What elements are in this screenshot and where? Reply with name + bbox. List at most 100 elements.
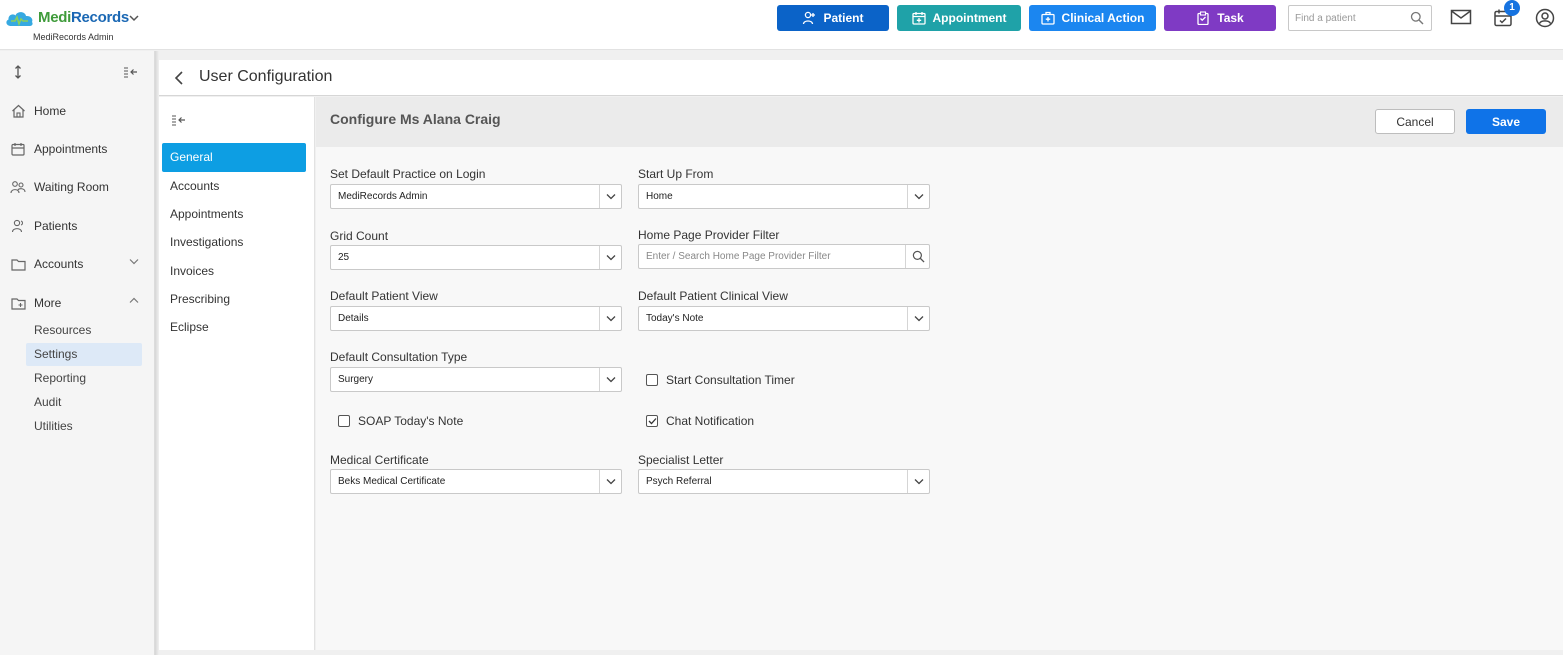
tab-eclipse[interactable]: Eclipse <box>162 313 306 342</box>
patient-search-input[interactable] <box>1289 6 1407 30</box>
clinical-action-button[interactable]: Clinical Action <box>1029 5 1156 31</box>
collapse-menu-icon[interactable] <box>123 65 139 79</box>
search-icon[interactable] <box>1410 11 1424 25</box>
tab-general[interactable]: General <box>162 143 306 172</box>
default-practice-value: MediRecords Admin <box>338 191 428 202</box>
left-navigation: Home Appointments Waiting Room Patients … <box>0 51 155 655</box>
chat-notification-option[interactable]: Chat Notification <box>646 414 754 428</box>
clinical-view-select[interactable]: Today's Note <box>638 306 930 331</box>
new-appointment-button[interactable]: Appointment <box>897 5 1021 31</box>
clipboard-icon <box>1196 11 1210 25</box>
form-header: Configure Ms Alana Craig Cancel Save <box>316 97 1563 147</box>
user-profile-icon[interactable] <box>1535 8 1555 28</box>
start-up-from-select[interactable]: Home <box>638 184 930 209</box>
chevron-up-icon <box>129 297 139 304</box>
notification-badge: 1 <box>1504 0 1520 16</box>
save-button[interactable]: Save <box>1466 109 1546 134</box>
calendar-icon <box>10 142 26 156</box>
new-task-button[interactable]: Task <box>1164 5 1276 31</box>
chevron-down-icon <box>599 368 621 391</box>
mail-icon[interactable] <box>1450 8 1472 26</box>
cloud-logo-icon <box>5 10 35 28</box>
grid-count-select[interactable]: 25 <box>330 245 622 270</box>
soap-todays-note-checkbox[interactable] <box>338 415 350 427</box>
nav-sub-reporting[interactable]: Reporting <box>26 367 142 390</box>
top-bar: MediRecords MediRecords Admin Patient Ap… <box>0 0 1563 50</box>
person-icon <box>10 219 26 233</box>
soap-todays-note-option[interactable]: SOAP Today's Note <box>338 414 463 428</box>
provider-filter-label: Home Page Provider Filter <box>638 228 780 242</box>
chevron-down-icon <box>907 185 929 208</box>
settings-subnav: General Accounts Appointments Investigat… <box>159 97 315 650</box>
search-icon[interactable] <box>905 245 929 268</box>
medical-certificate-select[interactable]: Beks Medical Certificate <box>330 469 622 494</box>
tab-accounts[interactable]: Accounts <box>162 172 306 201</box>
chevron-down-icon <box>599 470 621 493</box>
calendar-plus-icon <box>911 11 926 25</box>
clinical-view-label: Default Patient Clinical View <box>638 289 788 303</box>
start-up-from-label: Start Up From <box>638 167 714 181</box>
brand-logo[interactable]: MediRecords MediRecords Admin <box>5 6 155 46</box>
new-patient-button[interactable]: Patient <box>777 5 889 31</box>
provider-filter-input[interactable] <box>639 245 905 268</box>
tab-investigations[interactable]: Investigations <box>162 228 306 257</box>
resize-vertical-icon[interactable] <box>11 65 25 79</box>
specialist-letter-select[interactable]: Psych Referral <box>638 469 930 494</box>
add-person-icon <box>802 11 816 25</box>
grid-count-label: Grid Count <box>330 229 389 243</box>
back-arrow-icon[interactable] <box>174 70 184 86</box>
chevron-down-icon <box>907 470 929 493</box>
nav-appointments[interactable]: Appointments <box>10 137 145 161</box>
medical-certificate-label: Medical Certificate <box>330 453 429 467</box>
page-title: User Configuration <box>199 68 333 85</box>
start-consultation-timer-checkbox[interactable] <box>646 374 658 386</box>
checkmark-icon <box>648 418 656 425</box>
cancel-button[interactable]: Cancel <box>1375 109 1455 134</box>
chevron-down-icon <box>599 185 621 208</box>
nav-sub-settings[interactable]: Settings <box>26 343 142 366</box>
page-header: User Configuration <box>159 60 1563 96</box>
nav-home[interactable]: Home <box>10 99 145 123</box>
home-icon <box>10 104 26 118</box>
nav-patients[interactable]: Patients <box>10 214 145 238</box>
consultation-type-value: Surgery <box>338 374 374 385</box>
chevron-down-icon[interactable] <box>129 14 139 22</box>
start-consultation-timer-option[interactable]: Start Consultation Timer <box>646 373 795 387</box>
default-practice-select[interactable]: MediRecords Admin <box>330 184 622 209</box>
grid-count-value: 25 <box>338 252 350 263</box>
chevron-down-icon <box>129 258 139 265</box>
tab-prescribing[interactable]: Prescribing <box>162 285 306 314</box>
brand-name: MediRecords <box>38 9 129 26</box>
chevron-down-icon <box>599 307 621 330</box>
nav-sub-resources[interactable]: Resources <box>26 319 142 342</box>
nav-more[interactable]: More <box>10 291 145 315</box>
nav-sub-audit[interactable]: Audit <box>26 391 142 414</box>
tab-invoices[interactable]: Invoices <box>162 257 306 286</box>
form-title: Configure Ms Alana Craig <box>330 111 501 127</box>
practice-name: MediRecords Admin <box>33 32 114 42</box>
nav-accounts[interactable]: Accounts <box>10 252 145 276</box>
configuration-form: Configure Ms Alana Craig Cancel Save Set… <box>316 97 1563 650</box>
provider-filter-search <box>638 244 930 269</box>
nav-waiting-room[interactable]: Waiting Room <box>10 175 145 199</box>
collapse-panel-icon[interactable] <box>171 113 187 127</box>
consultation-type-label: Default Consultation Type <box>330 350 468 364</box>
nav-sub-utilities[interactable]: Utilities <box>26 415 142 438</box>
tab-appointments[interactable]: Appointments <box>162 200 306 229</box>
patient-search <box>1288 5 1432 31</box>
folder-plus-icon <box>10 297 26 310</box>
patient-view-value: Details <box>338 313 369 324</box>
patient-view-label: Default Patient View <box>330 289 438 303</box>
chevron-down-icon <box>907 307 929 330</box>
default-practice-label: Set Default Practice on Login <box>330 167 486 181</box>
specialist-letter-value: Psych Referral <box>646 476 712 487</box>
chat-notification-checkbox[interactable] <box>646 415 658 427</box>
start-up-from-value: Home <box>646 191 673 202</box>
specialist-letter-label: Specialist Letter <box>638 453 724 467</box>
people-icon <box>10 180 26 194</box>
folder-icon <box>10 258 26 271</box>
medical-certificate-value: Beks Medical Certificate <box>338 476 446 487</box>
clinical-view-value: Today's Note <box>646 313 704 324</box>
consultation-type-select[interactable]: Surgery <box>330 367 622 392</box>
patient-view-select[interactable]: Details <box>330 306 622 331</box>
